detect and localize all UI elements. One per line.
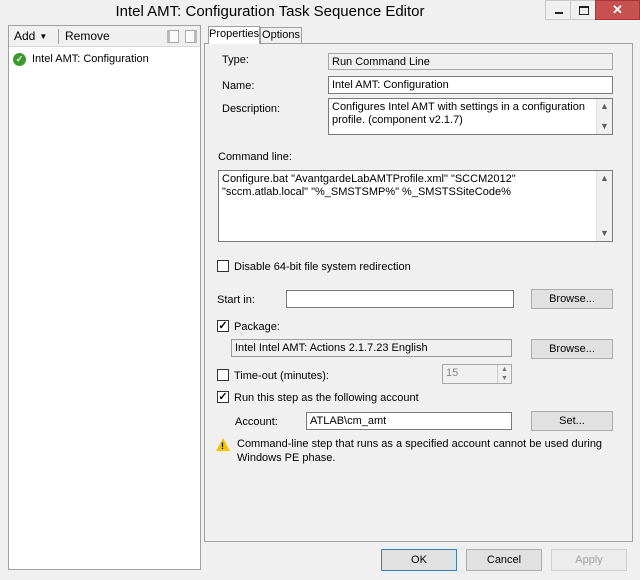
- account-field[interactable]: ATLAB\cm_amt: [306, 412, 512, 430]
- command-line-label: Command line:: [218, 151, 292, 163]
- package-label: Package:: [234, 321, 280, 333]
- warning-mark: !: [221, 441, 224, 451]
- timeout-field: 15 ▲ ▼: [442, 364, 512, 384]
- run-as-account-checkbox[interactable]: ✓: [217, 391, 229, 403]
- properties-panel: Type: Run Command Line Name: Intel AMT: …: [204, 43, 633, 542]
- maximize-icon: [579, 6, 589, 15]
- account-label: Account:: [235, 416, 278, 428]
- close-button[interactable]: ✕: [595, 0, 640, 20]
- add-menu-button[interactable]: Add ▼: [14, 29, 47, 43]
- tab-properties[interactable]: Properties: [208, 26, 260, 44]
- timeout-checkbox[interactable]: [217, 369, 229, 381]
- name-label: Name:: [222, 80, 255, 92]
- tree-item-intel-amt-configuration[interactable]: ✓ Intel AMT: Configuration: [13, 51, 149, 67]
- type-label: Type:: [222, 54, 249, 66]
- disable-64bit-label: Disable 64-bit file system redirection: [234, 261, 411, 273]
- remove-button[interactable]: Remove: [65, 29, 110, 43]
- disable-64bit-checkbox[interactable]: [217, 260, 229, 272]
- command-line-scrollbar[interactable]: ▲ ▼: [596, 171, 612, 241]
- green-check-icon: ✓: [13, 52, 26, 66]
- scroll-up-icon[interactable]: ▲: [597, 99, 612, 114]
- spin-down-icon[interactable]: ▼: [498, 374, 511, 383]
- scroll-up-icon[interactable]: ▲: [597, 171, 612, 186]
- move-down-icon[interactable]: [185, 30, 197, 43]
- tree-item-label: Intel AMT: Configuration: [32, 53, 149, 65]
- ok-button[interactable]: OK: [381, 549, 457, 571]
- package-checkbox[interactable]: ✓: [217, 320, 229, 332]
- timeout-value: 15: [446, 367, 459, 379]
- warning-text: Command-line step that runs as a specifi…: [237, 438, 603, 464]
- close-icon: ✕: [612, 2, 623, 17]
- apply-button[interactable]: Apply: [551, 549, 627, 571]
- sequence-toolbar: Add ▼ Remove: [9, 26, 200, 47]
- spin-up-icon[interactable]: ▲: [498, 365, 511, 374]
- command-line-field[interactable]: Configure.bat "AvantgardeLabAMTProfile.x…: [218, 170, 613, 242]
- timeout-label: Time-out (minutes):: [234, 370, 329, 382]
- task-sequence-editor-window: Intel AMT: Configuration Task Sequence E…: [0, 0, 640, 580]
- maximize-button[interactable]: [570, 0, 596, 20]
- start-in-field[interactable]: [286, 290, 514, 308]
- timeout-spinner[interactable]: ▲ ▼: [497, 365, 511, 383]
- sequence-tree-pane: Add ▼ Remove ✓ Intel AMT: Configuration: [8, 25, 201, 570]
- description-label: Description:: [222, 103, 281, 115]
- name-field[interactable]: Intel AMT: Configuration: [328, 76, 613, 94]
- description-scrollbar[interactable]: ▲ ▼: [596, 99, 612, 134]
- type-field: Run Command Line: [328, 53, 613, 70]
- add-label: Add: [14, 29, 36, 43]
- start-in-label: Start in:: [217, 294, 255, 306]
- minimize-icon: [555, 12, 563, 14]
- scroll-down-icon[interactable]: ▼: [597, 119, 612, 134]
- move-up-icon[interactable]: [167, 30, 179, 43]
- title-bar: Intel AMT: Configuration Task Sequence E…: [0, 0, 640, 23]
- toolbar-divider: [58, 29, 59, 44]
- tab-options[interactable]: Options: [260, 27, 302, 44]
- set-account-button[interactable]: Set...: [531, 411, 613, 431]
- run-as-account-label: Run this step as the following account: [234, 392, 419, 404]
- dropdown-caret-icon: ▼: [39, 32, 48, 41]
- package-browse-button[interactable]: Browse...: [531, 339, 613, 359]
- package-field: Intel Intel AMT: Actions 2.1.7.23 Englis…: [231, 339, 512, 357]
- description-field[interactable]: Configures Intel AMT with settings in a …: [328, 98, 613, 135]
- start-in-browse-button[interactable]: Browse...: [531, 289, 613, 309]
- window-title: Intel AMT: Configuration Task Sequence E…: [115, 3, 425, 20]
- command-line-text: Configure.bat "AvantgardeLabAMTProfile.x…: [222, 173, 516, 198]
- scroll-down-icon[interactable]: ▼: [597, 226, 612, 241]
- minimize-button[interactable]: [545, 0, 571, 20]
- description-text: Configures Intel AMT with settings in a …: [332, 101, 585, 126]
- cancel-button[interactable]: Cancel: [466, 549, 542, 571]
